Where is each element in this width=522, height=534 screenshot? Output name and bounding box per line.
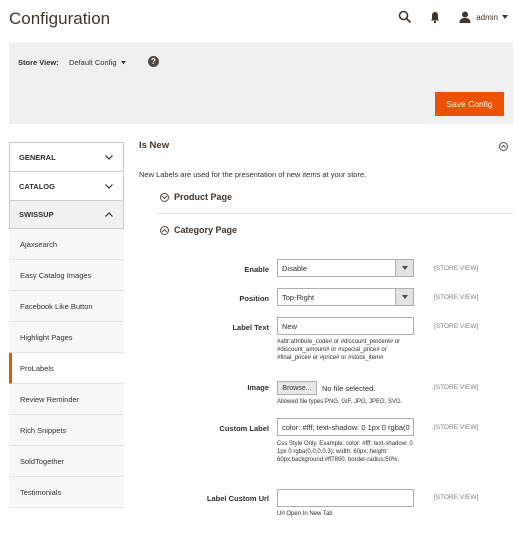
divider [158,213,513,214]
sidebar-item-facebook-like-button[interactable]: Facebook Like Button [9,291,124,322]
config-content: Is New New Labels are used for the prese… [139,140,513,179]
position-scope: [STORE VIEW] [434,294,479,301]
save-config-button[interactable]: Save Config [435,92,504,116]
position-value: Top-Right [282,292,315,302]
label-custom-url-input[interactable] [277,489,414,507]
sidebar-section-label: SWISSUP [19,210,54,219]
label-text-label: Label Text [232,323,269,332]
image-scope: [STORE VIEW] [434,384,479,391]
config-sidebar: GENERAL CATALOG SWISSUP Ajaxsearch Easy … [9,142,124,508]
chevron-up-icon [105,212,113,217]
group-label: Product Page [174,192,233,202]
label-custom-url-scope: [STORE VIEW] [434,494,479,501]
label-text-note: #attr:attribute_code# or #discount_perce… [277,339,401,361]
sidebar-item-review-reminder[interactable]: Review Reminder [9,384,124,415]
admin-username: admin [476,12,498,22]
section-description: New Labels are used for the presentation… [139,170,367,179]
custom-label-scope: [STORE VIEW] [434,424,479,431]
group-category-page[interactable]: Category Page [160,225,237,235]
chevron-down-icon [105,154,113,160]
label-custom-url-note: Url Open In New Tab [277,511,333,517]
search-icon[interactable] [398,10,412,24]
bell-icon[interactable] [428,10,442,24]
header-actions: admin [398,10,508,24]
chevron-down-icon [395,260,413,276]
position-select[interactable]: Top-Right [277,288,414,306]
enable-select[interactable]: Disable [277,259,414,277]
sidebar-section-label: CATALOG [19,181,55,191]
sidebar-item-highlight-pages[interactable]: Highlight Pages [9,322,124,353]
label-custom-url-label: Label Custom Url [206,494,269,503]
enable-value: Disable [282,263,308,273]
group-product-page[interactable]: Product Page [160,192,232,202]
chevron-down-icon [502,13,508,22]
user-icon [458,10,472,24]
file-status: No file selected. [322,384,376,393]
store-view-label: Store View: [18,58,59,67]
chevron-down-icon [105,183,113,189]
sidebar-item-soldtogether[interactable]: SoldTogether [9,446,124,477]
page-title: Configuration [9,9,111,28]
sidebar-item-rich-snippets[interactable]: Rich Snippets [9,415,124,446]
section-title[interactable]: Is New [139,140,513,151]
sidebar-item-easy-catalog-images[interactable]: Easy Catalog Images [9,260,124,291]
custom-label-label: Custom Label [219,424,269,433]
custom-label-input[interactable]: color: #fff; text-shadow: 0 1px 0 rgba(0 [277,418,414,436]
group-label: Category Page [174,225,238,235]
store-scope-bar: Store View: Default Config ? Save Config [9,42,513,124]
browse-button[interactable]: Browse... [277,381,317,395]
help-icon[interactable]: ? [148,56,159,67]
collapse-circle-icon[interactable] [499,142,508,151]
sidebar-section-label: GENERAL [19,152,56,162]
label-text-scope: [STORE VIEW] [434,323,479,330]
custom-label-note: Css Style Only. Example: color: #fff; te… [277,441,413,463]
store-view-switcher[interactable]: Default Config [69,58,126,67]
sidebar-section-catalog[interactable]: CATALOG [9,171,124,200]
sidebar-item-prolabels[interactable]: ProLabels [9,353,124,384]
sidebar-section-swissup[interactable]: SWISSUP [9,200,124,229]
chevron-up-circle-icon [160,225,169,235]
sidebar-item-testimonials[interactable]: Testimonials [9,477,124,508]
chevron-down-icon [120,60,126,64]
position-label: Position [239,294,269,303]
sidebar-item-ajaxsearch[interactable]: Ajaxsearch [9,229,124,260]
enable-label: Enable [244,265,269,274]
admin-menu[interactable]: admin [458,10,508,24]
chevron-down-circle-icon [160,192,169,202]
image-note: Allowed file types:PNG, GIF, JPG, JPEG, … [277,399,403,405]
enable-scope: [STORE VIEW] [434,265,479,272]
image-label: Image [247,383,269,392]
sidebar-section-general[interactable]: GENERAL [9,142,124,171]
store-view-value: Default Config [69,58,117,67]
label-text-input[interactable]: New [277,317,414,335]
chevron-down-icon [395,289,413,305]
